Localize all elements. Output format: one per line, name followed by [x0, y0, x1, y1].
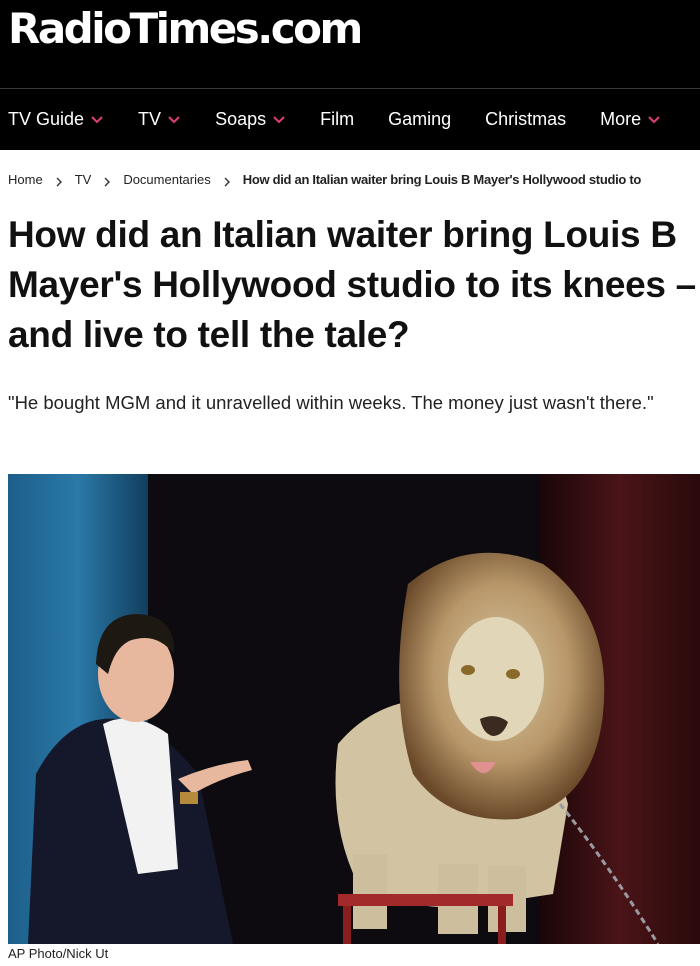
nav-item-tv-guide[interactable]: TV Guide [8, 109, 104, 130]
article-standfirst: "He bought MGM and it unravelled within … [8, 392, 654, 413]
chevron-down-icon [647, 115, 661, 125]
chevron-down-icon [90, 115, 104, 125]
hero-image [8, 474, 700, 944]
chevron-right-icon [223, 175, 231, 186]
breadcrumb: Home TV Documentaries How did an Italian… [8, 172, 700, 187]
nav-item-film[interactable]: Film [320, 109, 354, 130]
chevron-right-icon [55, 175, 63, 186]
nav-item-christmas[interactable]: Christmas [485, 109, 566, 130]
nav-item-label: Film [320, 109, 355, 129]
chevron-down-icon [167, 115, 181, 125]
nav-item-label: Gaming [388, 109, 452, 129]
breadcrumb-tv[interactable]: TV [75, 172, 92, 187]
image-credit: AP Photo/Nick Ut [8, 946, 109, 961]
breadcrumb-home[interactable]: Home [8, 172, 43, 187]
main-nav: TV Guide TV Soaps Film Gaming Christmas … [0, 88, 700, 150]
nav-item-label: Soaps [215, 109, 267, 129]
chevron-down-icon [272, 115, 286, 125]
chevron-right-icon [103, 175, 111, 186]
hero-photo-illustration [8, 474, 700, 944]
breadcrumb-current: How did an Italian waiter bring Louis B … [242, 172, 642, 187]
nav-item-more[interactable]: More [600, 109, 661, 130]
breadcrumb-documentaries[interactable]: Documentaries [123, 172, 210, 187]
nav-item-label: Christmas [485, 109, 567, 129]
nav-item-label: TV Guide [8, 109, 85, 129]
nav-item-soaps[interactable]: Soaps [215, 109, 286, 130]
nav-item-gaming[interactable]: Gaming [388, 109, 451, 130]
article-headline: How did an Italian waiter bring Louis B … [8, 214, 696, 355]
nav-item-label: TV [138, 109, 162, 129]
site-logo[interactable]: RadioTimes.com [8, 4, 363, 54]
site-header: RadioTimes.com [0, 0, 700, 88]
nav-item-tv[interactable]: TV [138, 109, 181, 130]
nav-item-label: More [600, 109, 642, 129]
